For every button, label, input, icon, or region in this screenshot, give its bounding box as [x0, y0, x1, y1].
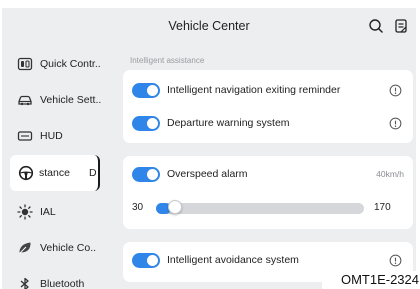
- sidebar-item-label: Vehicle Co..: [40, 242, 97, 254]
- overspeed-value: 40km/h: [376, 169, 404, 179]
- overspeed-slider[interactable]: [156, 203, 364, 214]
- vehicle-center-screen: Vehicle Center Quick Contr.. Vehicle Set…: [2, 8, 416, 289]
- assist-card-1: Intelligent navigation exiting reminder …: [123, 70, 413, 143]
- nav-exit-reminder-toggle[interactable]: [132, 83, 160, 98]
- sidebar-item-label-overflow: D: [89, 167, 97, 179]
- overspeed-alarm-toggle[interactable]: [132, 167, 160, 182]
- sidebar-item-label: IAL: [40, 206, 56, 218]
- sidebar-item-label: Quick Contr..: [40, 58, 101, 70]
- quick-control-icon: [17, 57, 33, 71]
- header: Vehicle Center: [2, 8, 416, 46]
- sidebar: Quick Contr.. Vehicle Sett.. HUD stance …: [2, 46, 120, 289]
- hud-icon: [17, 131, 33, 141]
- setting-row-overspeed: Overspeed alarm 40km/h: [123, 159, 413, 189]
- sidebar-item-ial[interactable]: IAL: [2, 194, 118, 230]
- sidebar-item-label: HUD: [40, 130, 63, 142]
- slider-max-label: 170: [374, 202, 391, 213]
- figure-code-label: OMT1E-2324: [322, 271, 420, 289]
- setting-row-departure-warning: Departure warning system: [123, 108, 413, 138]
- steering-wheel-icon: [18, 165, 34, 181]
- departure-warning-toggle[interactable]: [132, 116, 160, 131]
- info-icon[interactable]: [389, 84, 402, 97]
- search-icon[interactable]: [368, 18, 384, 34]
- light-icon: [17, 204, 33, 220]
- sidebar-item-quick-control[interactable]: Quick Contr..: [2, 46, 118, 82]
- overspeed-card: Overspeed alarm 40km/h 30 170: [123, 156, 413, 229]
- section-label: Intelligent assistance: [130, 56, 205, 65]
- info-icon[interactable]: [389, 117, 402, 130]
- setting-label: Intelligent avoidance system: [167, 254, 299, 266]
- setting-label: Intelligent navigation exiting reminder: [167, 84, 341, 96]
- info-icon[interactable]: [389, 254, 402, 267]
- avoidance-system-toggle[interactable]: [132, 253, 160, 268]
- slider-min-label: 30: [132, 202, 144, 213]
- sidebar-item-label: stance: [39, 167, 70, 179]
- sidebar-item-hud[interactable]: HUD: [2, 118, 118, 154]
- sidebar-item-label: Vehicle Sett..: [40, 94, 102, 106]
- sidebar-item-vehicle-settings[interactable]: Vehicle Sett..: [2, 82, 118, 118]
- slider-handle[interactable]: [168, 200, 182, 214]
- sidebar-item-assistance[interactable]: stance D: [10, 155, 100, 191]
- setting-label: Departure warning system: [167, 117, 290, 129]
- sidebar-item-bluetooth[interactable]: Bluetooth: [2, 266, 118, 289]
- page-title: Vehicle Center: [168, 19, 250, 33]
- setting-label: Overspeed alarm: [167, 168, 248, 180]
- sidebar-item-vehicle-co[interactable]: Vehicle Co..: [2, 230, 118, 266]
- setting-row-nav-exit-reminder: Intelligent navigation exiting reminder: [123, 75, 413, 105]
- sidebar-item-label: Bluetooth: [40, 278, 85, 289]
- manual-icon[interactable]: [393, 18, 409, 34]
- bluetooth-icon: [20, 277, 29, 289]
- car-icon: [18, 95, 32, 106]
- leaf-icon: [19, 242, 31, 254]
